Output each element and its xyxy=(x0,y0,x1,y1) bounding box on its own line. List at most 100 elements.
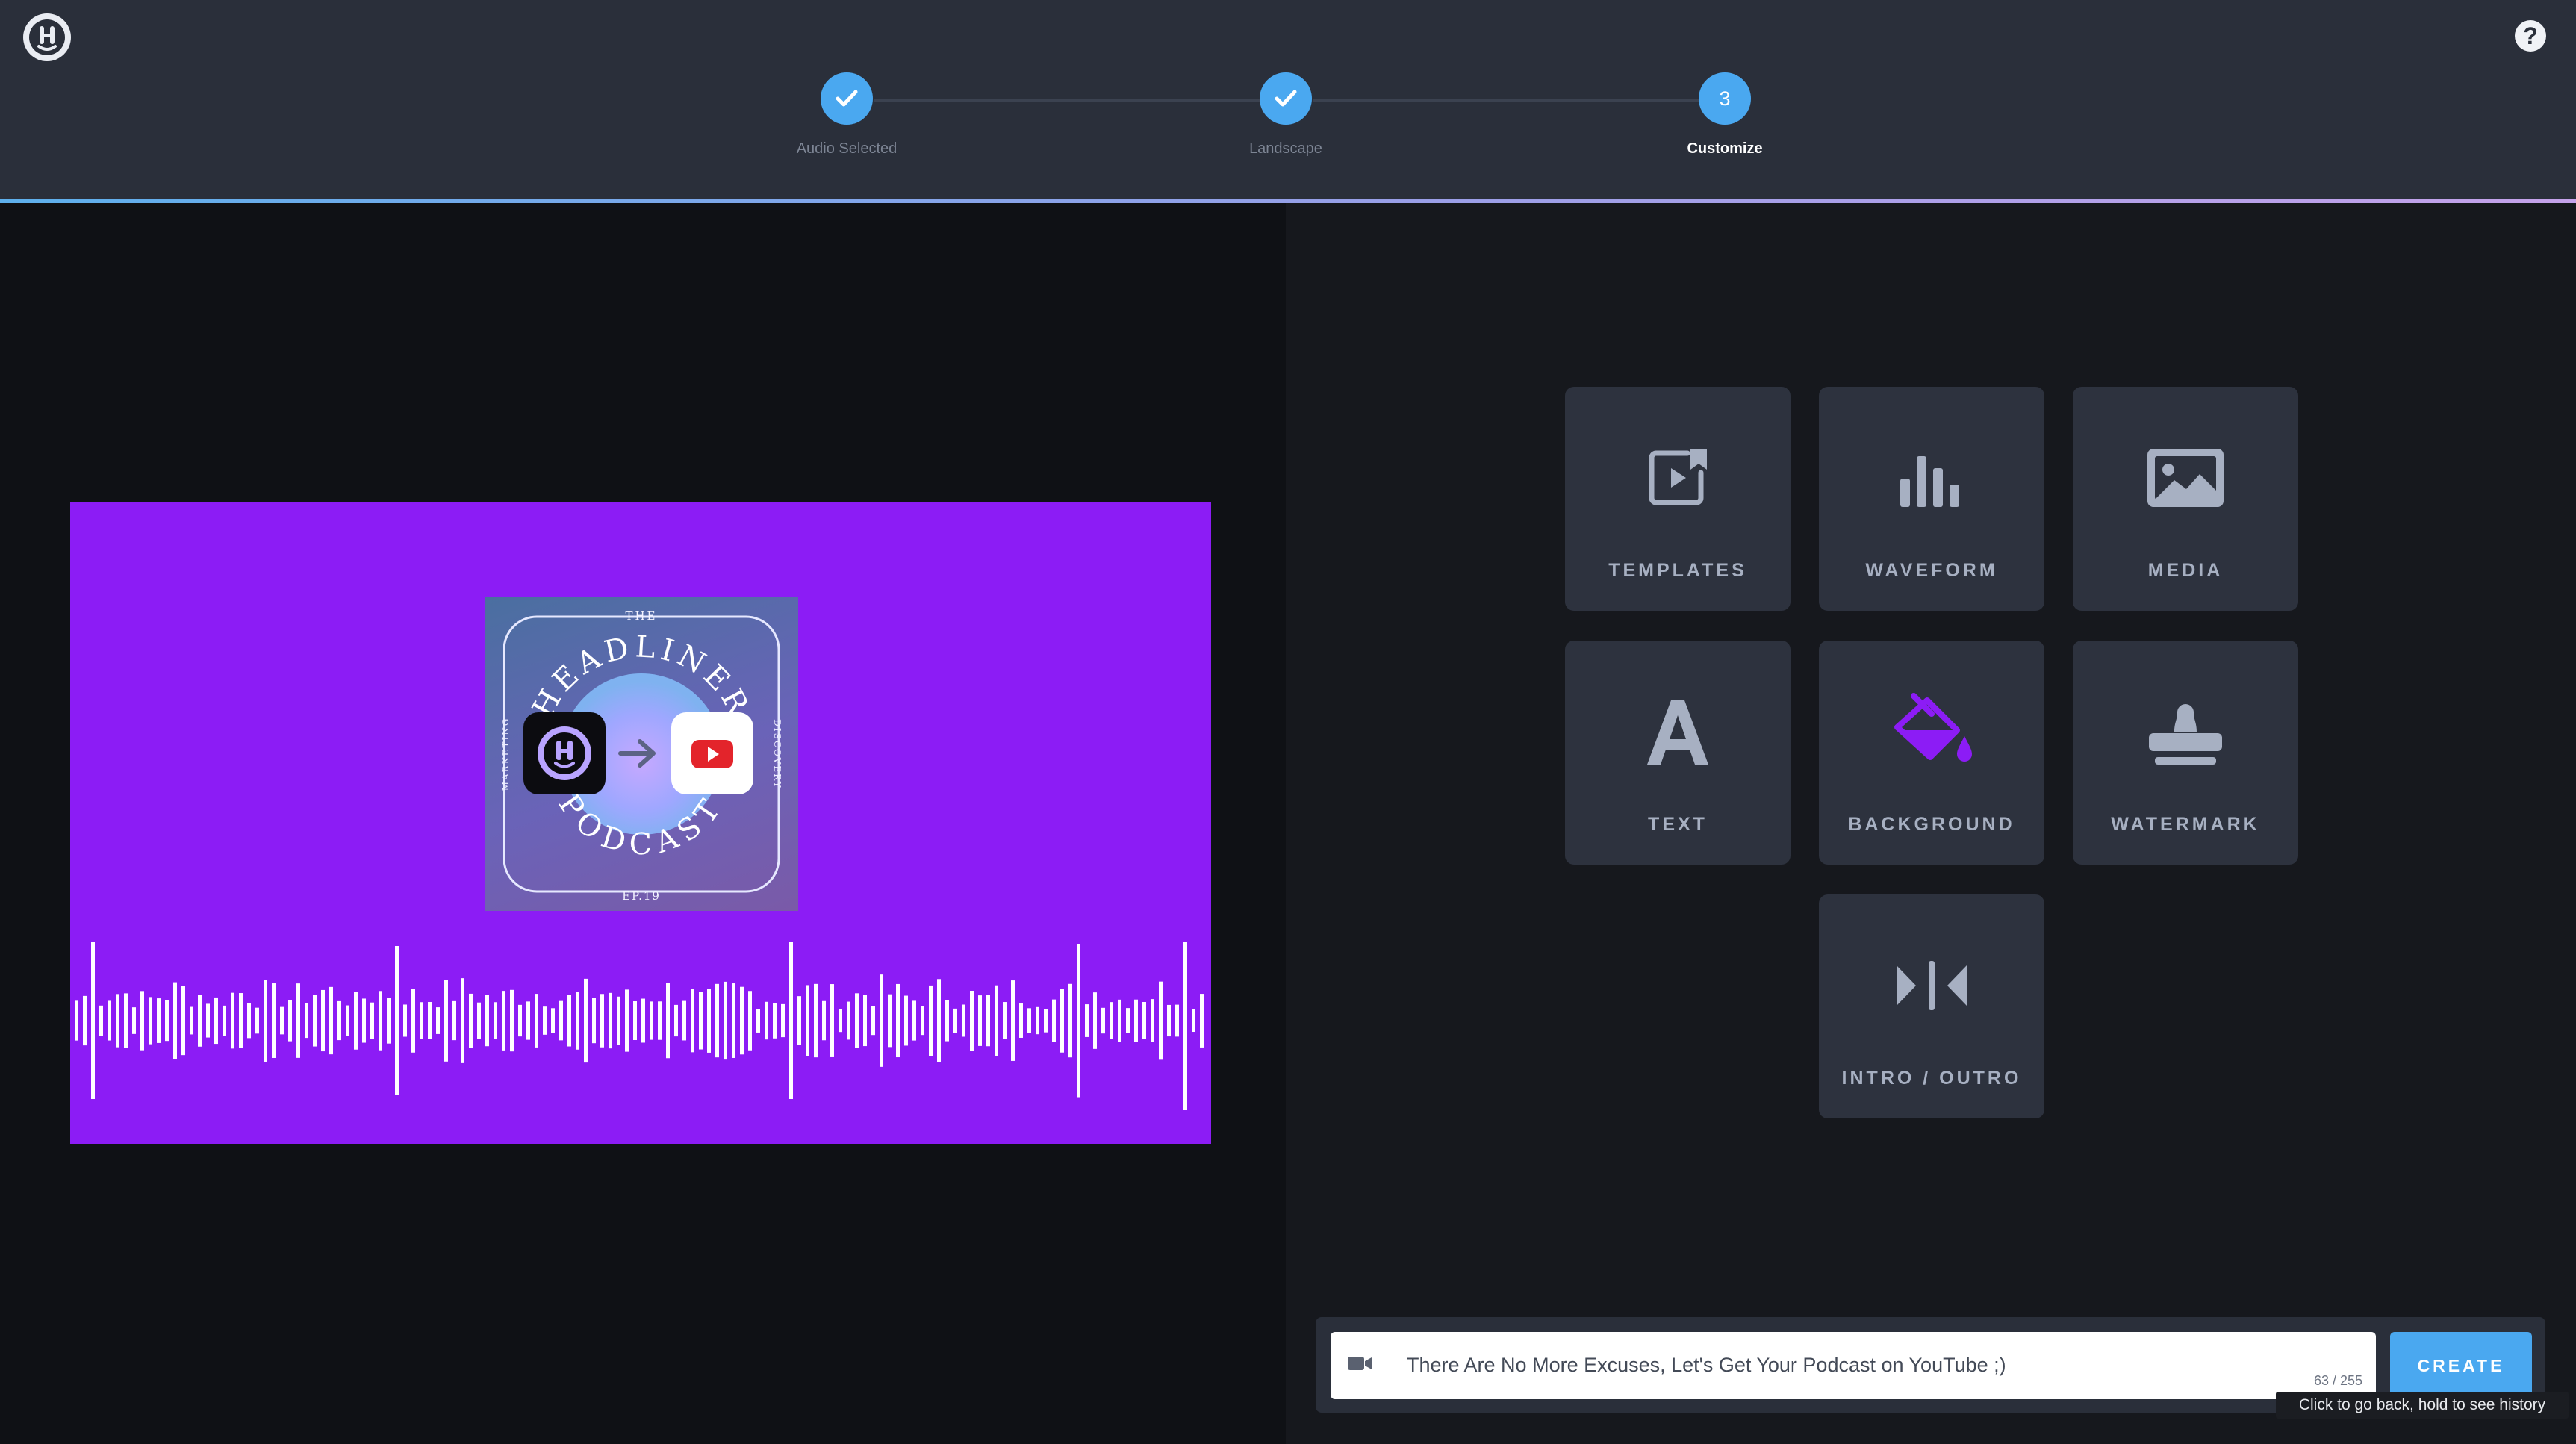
waveform-bar xyxy=(1036,1006,1039,1035)
waveform-bar xyxy=(223,1005,226,1036)
waveform-bar xyxy=(789,942,793,1099)
waveform-bar xyxy=(904,995,908,1046)
tool-watermark-button[interactable]: WATERMARK xyxy=(2073,641,2298,865)
tool-label: MEDIA xyxy=(2147,560,2224,581)
tool-intro-outro-button[interactable]: INTRO / OUTRO xyxy=(1819,894,2044,1118)
waveform-bar xyxy=(477,1002,481,1039)
waveform-bar xyxy=(198,995,202,1047)
waveform-bar xyxy=(1151,999,1154,1042)
tool-background-button[interactable]: BACKGROUND xyxy=(1819,641,2044,865)
waveform-bar xyxy=(1052,999,1056,1042)
waveform-bar xyxy=(75,1000,78,1041)
tool-label: WAVEFORM xyxy=(1865,560,1998,581)
waveform-bar xyxy=(1175,1004,1179,1037)
waveform-bar xyxy=(650,1001,653,1040)
waveform-bar xyxy=(535,994,538,1048)
cover-side-right-text: DISCOVERY xyxy=(772,719,783,788)
waveform-bar xyxy=(1142,1001,1146,1040)
waveform-bar xyxy=(855,993,859,1048)
project-title-field[interactable]: 63 / 255 xyxy=(1331,1332,2376,1399)
waveform-bar xyxy=(411,989,415,1053)
waveform-bar xyxy=(190,1006,193,1035)
intro-outro-icon xyxy=(1819,948,2044,1023)
tool-text-button[interactable]: TEXT xyxy=(1565,641,1791,865)
create-button[interactable]: CREATE xyxy=(2390,1332,2532,1399)
history-tooltip: Click to go back, hold to see history xyxy=(2276,1392,2569,1419)
waveform-bar xyxy=(239,993,243,1048)
waveform-bar xyxy=(329,986,333,1055)
waveform-bar xyxy=(469,993,473,1048)
project-title-input[interactable] xyxy=(1407,1345,2288,1384)
waveform-bar xyxy=(1019,1003,1023,1038)
waveform-bar xyxy=(617,996,620,1045)
help-icon[interactable]: ? xyxy=(2515,20,2546,52)
waveform-bar xyxy=(765,1001,768,1040)
waveform-bar xyxy=(124,993,128,1048)
tool-templates-button[interactable]: TEMPLATES xyxy=(1565,387,1791,611)
video-preview-canvas[interactable]: THE HEADLINER PODCAST MARKETING DISCOVER… xyxy=(70,502,1211,1144)
waveform-bar xyxy=(880,974,883,1067)
waveform-bar xyxy=(682,1000,686,1041)
waveform-bar xyxy=(666,983,670,1059)
waveform-bar xyxy=(567,995,571,1047)
waveform-bar xyxy=(387,998,391,1044)
character-count: 63 / 255 xyxy=(2313,1373,2362,1388)
step-audio-selected-check-icon[interactable] xyxy=(821,72,873,125)
waveform-bar xyxy=(970,990,974,1051)
waveform-bar xyxy=(370,1002,374,1039)
waveform-bar xyxy=(337,1000,341,1041)
tool-media-button[interactable]: MEDIA xyxy=(2073,387,2298,611)
waveform-bar xyxy=(99,1005,103,1036)
waveform-bar xyxy=(510,989,514,1052)
waveform-bar xyxy=(584,978,588,1063)
waveform-bar xyxy=(740,986,744,1055)
waveform-bar xyxy=(1077,944,1080,1098)
waveform-bar xyxy=(633,1001,637,1040)
waveform-bar xyxy=(255,1007,259,1034)
waveform-bar xyxy=(83,995,87,1046)
waveform-bar xyxy=(1126,1008,1130,1033)
waveform-bar xyxy=(781,1003,785,1038)
waveform-bar xyxy=(280,1006,284,1035)
waveform-bar xyxy=(485,995,489,1047)
svg-text:PODCAST: PODCAST xyxy=(552,788,732,862)
waveform-bar xyxy=(272,983,276,1058)
waveform-bar xyxy=(379,991,382,1051)
podcast-cover-art[interactable]: THE HEADLINER PODCAST MARKETING DISCOVER… xyxy=(485,597,798,911)
waveform-bar xyxy=(691,989,694,1053)
waveform-bar xyxy=(313,995,317,1047)
cover-side-left-text: MARKETING xyxy=(500,718,511,791)
cover-arc-bottom-text: PODCAST xyxy=(552,788,724,862)
waveform-bar xyxy=(1167,1004,1171,1037)
waveform-bar xyxy=(214,997,218,1045)
waveform-bar xyxy=(173,982,177,1059)
waveform-bar xyxy=(592,998,596,1044)
waveform-bar xyxy=(436,1007,440,1034)
headliner-logo-icon[interactable] xyxy=(23,13,71,61)
waveform-bar xyxy=(658,1001,662,1040)
step-customize-indicator[interactable]: 3 xyxy=(1699,72,1751,125)
waveform-bar xyxy=(165,1000,169,1042)
text-a-icon xyxy=(1565,694,1791,769)
waveform-bar xyxy=(231,992,234,1049)
waveform-bar xyxy=(395,946,399,1095)
waveform-bar xyxy=(715,983,719,1058)
waveform-bar xyxy=(707,989,711,1053)
step-number: 3 xyxy=(1719,87,1731,110)
waveform-bar xyxy=(321,989,325,1052)
audio-waveform-visual xyxy=(75,942,1204,1110)
waveform-bar xyxy=(1200,994,1204,1048)
waveform-bar xyxy=(296,983,300,1058)
youtube-app-icon xyxy=(671,712,753,794)
step-landscape-check-icon[interactable] xyxy=(1260,72,1312,125)
top-header: ? Audio Selected Landscape 3 Customize xyxy=(0,0,2576,199)
tool-waveform-button[interactable]: WAVEFORM xyxy=(1819,387,2044,611)
waveform-bar xyxy=(1011,980,1015,1061)
waveform-bar xyxy=(140,991,144,1051)
waveform-bar xyxy=(91,942,95,1099)
waveform-bar xyxy=(116,994,119,1048)
waveform-bar xyxy=(600,994,604,1048)
svg-text:HEADLINER: HEADLINER xyxy=(526,629,756,723)
waveform-bar xyxy=(1060,989,1064,1053)
stepper-connector xyxy=(1313,99,1702,102)
